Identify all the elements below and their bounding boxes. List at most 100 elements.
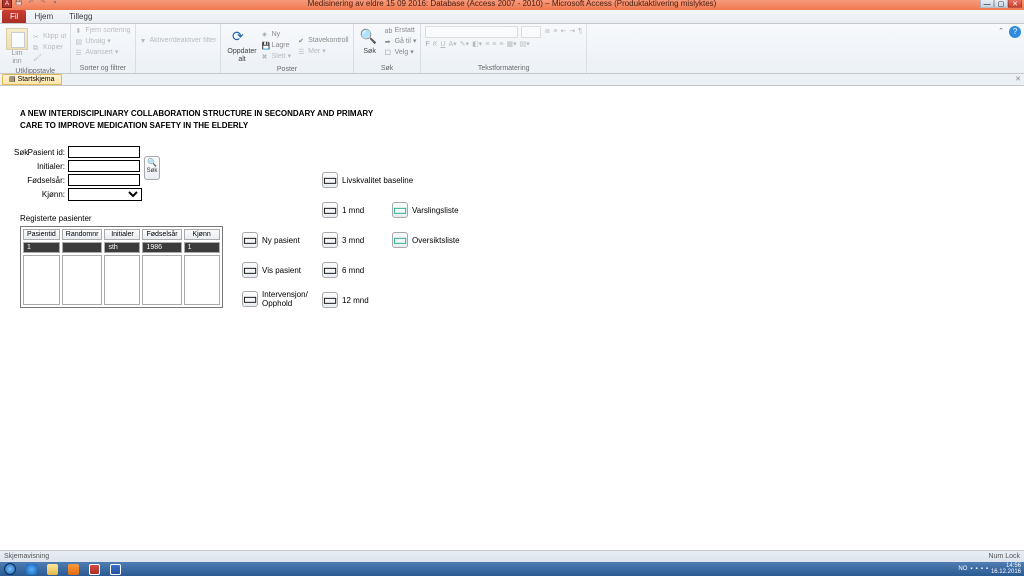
start-button[interactable]	[0, 562, 20, 576]
alt-row-button[interactable]: ▤▾	[520, 40, 530, 50]
search-button[interactable]: 🔍 Søk	[144, 156, 160, 180]
addins-tab[interactable]: Tillegg	[61, 10, 100, 23]
patient-id-label: Pasient id:	[24, 148, 68, 157]
view-patient-button[interactable]: ▭ Vis pasient	[242, 262, 301, 278]
qat-save-icon[interactable]: 💾	[14, 0, 24, 8]
clock[interactable]: 14:56 16.12.2016	[991, 563, 1021, 575]
font-size-combo[interactable]	[521, 26, 541, 38]
report-icon: ▭	[392, 230, 407, 250]
startskjema-tab[interactable]: ▤ Startskjema	[2, 74, 62, 85]
remove-sort-button[interactable]: ⬍Fjern sortering	[75, 26, 130, 36]
find-group-label: Søk	[358, 65, 417, 73]
gridlines-button[interactable]: ▦▾	[506, 40, 516, 50]
month-3-button[interactable]: ▭ 3 mnd	[322, 232, 364, 248]
taskbar-media[interactable]	[63, 562, 83, 576]
binoculars-small-icon: 🔍	[145, 157, 159, 168]
bold-button[interactable]: F	[425, 40, 429, 50]
month-1-button[interactable]: ▭ 1 mnd	[322, 202, 364, 218]
outdent-icon[interactable]: ⇤	[560, 27, 566, 37]
table-empty-space	[23, 255, 220, 305]
close-button[interactable]: ✕	[1008, 0, 1022, 8]
goto-button[interactable]: ➡Gå til ▾	[385, 37, 417, 47]
replace-button[interactable]: abErstatt	[385, 26, 417, 36]
highlight-button[interactable]: ✎▾	[460, 40, 469, 50]
find-button[interactable]: 🔍 Søk	[358, 26, 382, 58]
ribbon-tabs: Fil Hjem Tillegg	[0, 10, 1024, 24]
new-patient-button[interactable]: ▭ Ny pasient	[242, 232, 300, 248]
birthyear-input[interactable]	[68, 174, 140, 186]
overview-list-button[interactable]: ▭ Oversiktsliste	[392, 232, 460, 248]
ribbon-group-sort-filter: ⬍Fjern sortering ▤Utvalg ▾ ☰Avansert ▾ S…	[71, 24, 135, 73]
spelling-button[interactable]: ✔Stavekontroll	[298, 36, 348, 46]
report-icon: ▭	[392, 200, 407, 220]
minimize-ribbon-icon[interactable]: ⌃	[998, 27, 1004, 35]
tray-network-icon[interactable]: ▪	[976, 566, 978, 572]
advanced-filter-button[interactable]: ☰Avansert ▾	[75, 48, 118, 58]
new-record-button[interactable]: ✳Ny	[262, 30, 292, 40]
tray-volume-icon[interactable]: ▪	[981, 566, 983, 572]
month-6-button[interactable]: ▭ 6 mnd	[322, 262, 364, 278]
qat-redo-icon[interactable]: ↷	[38, 0, 48, 8]
col-pasientid[interactable]: Pasientid	[23, 229, 60, 240]
save-record-button[interactable]: 💾Lagre	[262, 41, 292, 51]
align-right-icon[interactable]: ≡	[499, 40, 503, 50]
taskbar-ie[interactable]	[21, 562, 41, 576]
font-color-button[interactable]: A▾	[448, 40, 456, 50]
tray-power-icon[interactable]: ▪	[986, 566, 988, 572]
qat-customize-icon[interactable]: ▾	[50, 0, 60, 8]
taskbar-access[interactable]	[84, 562, 104, 576]
ribbon-group-clipboard: Lim inn ✂Klipp ut ⧉Kopier 🖌 Utklippstavl…	[0, 24, 71, 73]
minimize-button[interactable]: —	[980, 0, 994, 8]
qat-undo-icon[interactable]: ↶	[26, 0, 36, 8]
align-center-icon[interactable]: ≡	[492, 40, 496, 50]
file-tab[interactable]: Fil	[2, 10, 26, 23]
media-icon	[68, 564, 79, 575]
taskbar-explorer[interactable]	[42, 562, 62, 576]
refresh-all-button[interactable]: ⟳ Oppdater alt	[225, 26, 258, 66]
initials-input[interactable]	[68, 160, 140, 172]
fill-color-button[interactable]: ◧▾	[472, 40, 482, 50]
filter-icon: ▤	[75, 38, 83, 46]
col-fodselsar[interactable]: Fødselsår	[142, 229, 181, 240]
close-doc-tab-icon[interactable]: ✕	[1015, 75, 1021, 83]
bullets-icon[interactable]: ≣	[544, 27, 550, 37]
system-tray: NO ▪ ▪ ▪ ▪ 14:56 16.12.2016	[958, 562, 1021, 576]
warning-list-button[interactable]: ▭ Varslingsliste	[392, 202, 459, 218]
select-button[interactable]: ☐Velg ▾	[385, 48, 417, 58]
maximize-button[interactable]: ▢	[994, 0, 1008, 8]
tray-flag-icon[interactable]: ▪	[970, 566, 972, 572]
window-controls: — ▢ ✕	[980, 0, 1022, 8]
language-indicator[interactable]: NO	[958, 566, 967, 572]
window-title: Medisinering av eldre 15 09 2016: Databa…	[308, 0, 717, 8]
qol-baseline-button[interactable]: ▭ Livskvalitet baseline	[322, 172, 413, 188]
cut-button[interactable]: ✂Klipp ut	[33, 32, 66, 42]
paste-button[interactable]: Lim inn	[4, 26, 30, 68]
copy-button[interactable]: ⧉Kopier	[33, 43, 66, 53]
col-kjonn[interactable]: Kjønn	[184, 229, 220, 240]
format-painter-button[interactable]: 🖌	[33, 54, 66, 62]
align-left-icon[interactable]: ≡	[485, 40, 489, 50]
toggle-filter-button[interactable]: ▼Aktiver/deaktiver filter	[140, 36, 217, 46]
numbering-icon[interactable]: ≡	[553, 27, 557, 37]
patients-table[interactable]: Pasientid Randomnr Initialer Fødselsår K…	[20, 226, 223, 308]
font-family-combo[interactable]	[425, 26, 518, 38]
document-tab-bar: ▤ Startskjema ✕	[0, 74, 1024, 86]
table-row[interactable]: 1 sth 1986 1	[23, 242, 220, 253]
underline-button[interactable]: U	[440, 40, 445, 50]
month-12-button[interactable]: ▭ 12 mnd	[322, 292, 369, 308]
delete-record-button[interactable]: ✖Slett ▾	[262, 52, 292, 62]
help-icon[interactable]: ?	[1009, 26, 1021, 38]
gender-select[interactable]	[68, 188, 142, 201]
indent-icon[interactable]: ⇥	[569, 27, 575, 37]
italic-button[interactable]: K	[433, 40, 438, 50]
taskbar-word[interactable]	[105, 562, 125, 576]
col-randomnr[interactable]: Randomnr	[62, 229, 103, 240]
col-initialer[interactable]: Initialer	[104, 229, 140, 240]
selection-filter-button[interactable]: ▤Utvalg ▾	[75, 37, 110, 47]
home-tab[interactable]: Hjem	[26, 10, 61, 23]
ltr-icon[interactable]: ¶	[578, 27, 582, 37]
intervention-button[interactable]: ▭ Intervensjon/ Opphold	[242, 290, 308, 308]
numlock-label: Num Lock	[988, 553, 1020, 560]
patient-id-input[interactable]	[68, 146, 140, 158]
more-records-button[interactable]: ☰Mer ▾	[298, 47, 348, 57]
